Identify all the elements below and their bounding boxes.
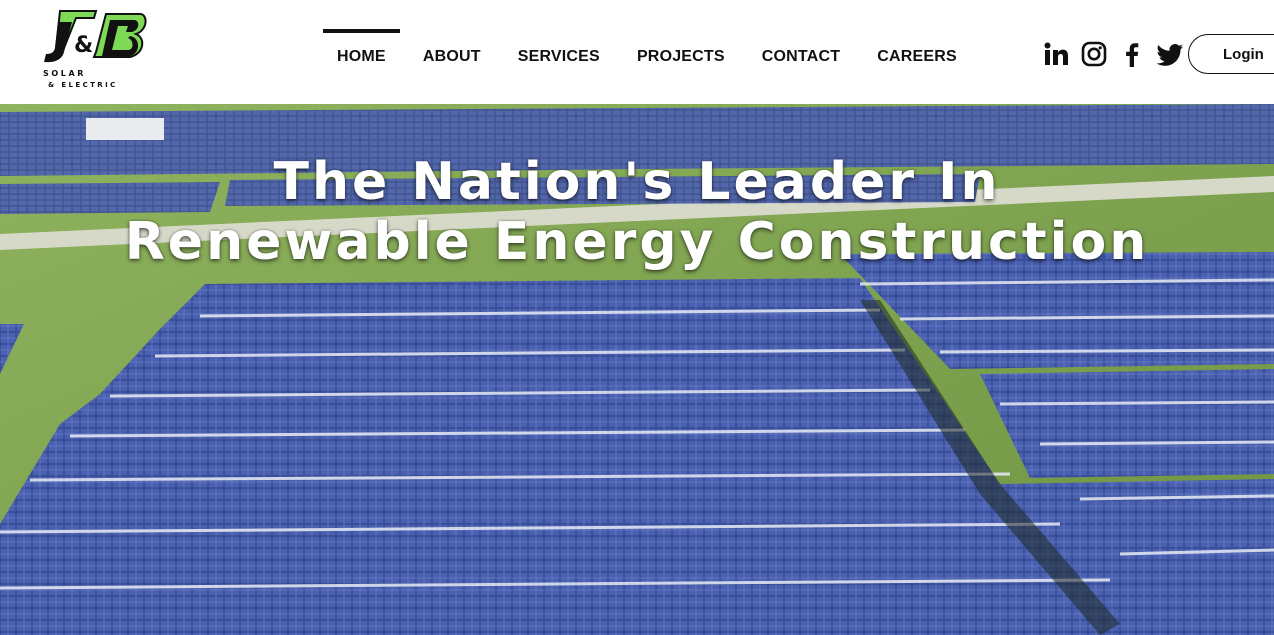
hero-headline-line2: Renewable Energy Construction bbox=[124, 212, 1150, 272]
hero-section: The Nation's Leader In Renewable Energy … bbox=[0, 104, 1274, 635]
facebook-icon[interactable] bbox=[1118, 40, 1146, 68]
nav-contact[interactable]: CONTACT bbox=[748, 29, 854, 77]
linkedin-icon[interactable] bbox=[1042, 40, 1070, 68]
hero-headline: The Nation's Leader In Renewable Energy … bbox=[0, 152, 1274, 272]
nav-services[interactable]: SERVICES bbox=[504, 29, 614, 77]
social-links bbox=[1042, 40, 1184, 68]
nav-careers[interactable]: CAREERS bbox=[863, 29, 971, 77]
login-button[interactable]: Login bbox=[1188, 34, 1274, 74]
logo[interactable]: & SOLAR & ELECTRIC bbox=[36, 8, 148, 94]
twitter-icon[interactable] bbox=[1156, 40, 1184, 68]
svg-text:&: & bbox=[74, 33, 93, 58]
nav-home[interactable]: HOME bbox=[323, 29, 400, 77]
nav-projects[interactable]: PROJECTS bbox=[623, 29, 739, 77]
hero-headline-line1: The Nation's Leader In bbox=[273, 152, 1001, 212]
logo-line-electric: & ELECTRIC bbox=[48, 81, 118, 89]
instagram-icon[interactable] bbox=[1080, 40, 1108, 68]
site-header: & SOLAR & ELECTRIC HOME ABOUT SERVICES P… bbox=[0, 0, 1274, 104]
nav-about[interactable]: ABOUT bbox=[409, 29, 495, 77]
logo-line-solar: SOLAR bbox=[43, 69, 87, 78]
main-nav: HOME ABOUT SERVICES PROJECTS CONTACT CAR… bbox=[323, 29, 971, 77]
